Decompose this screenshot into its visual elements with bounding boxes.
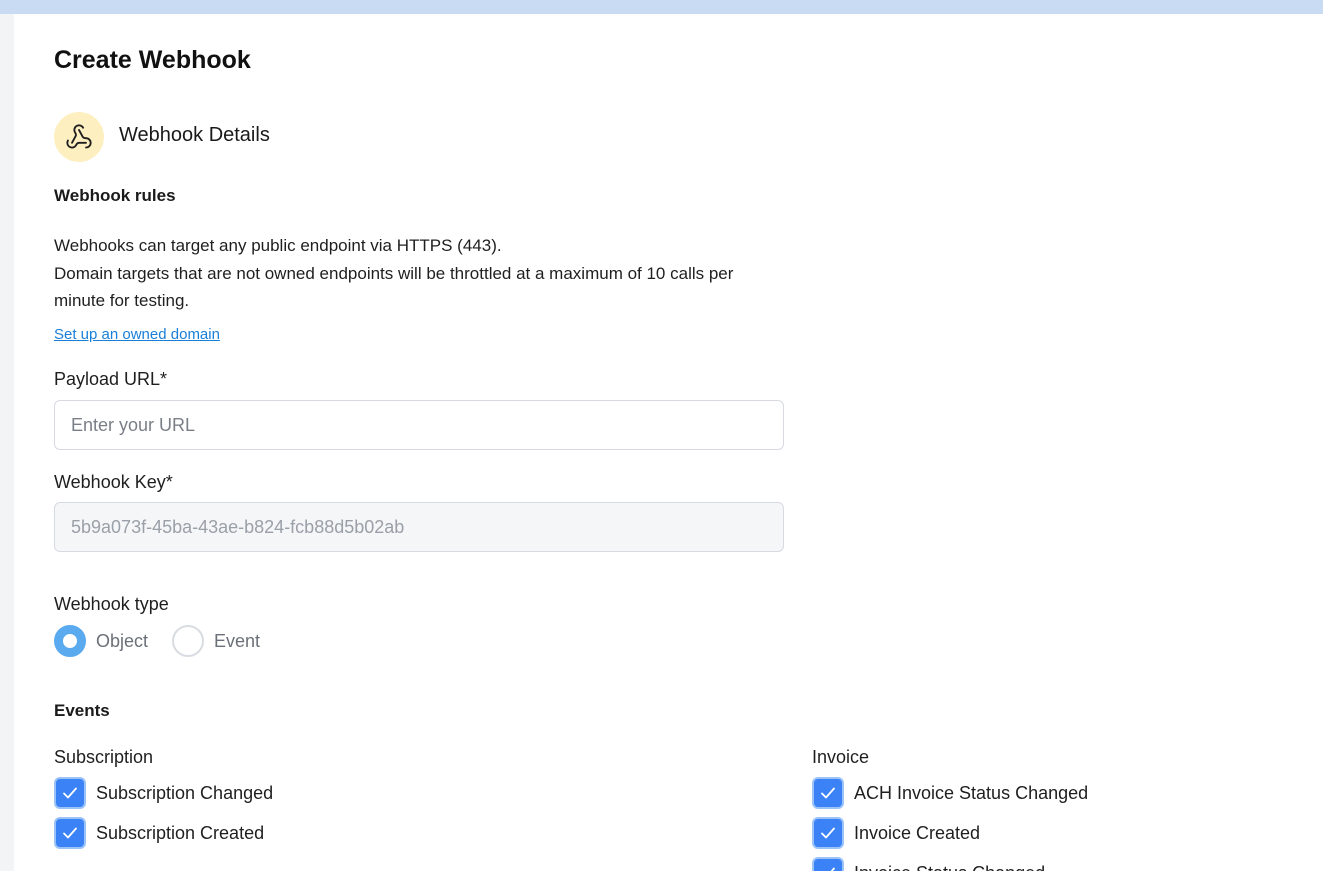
owned-domain-link[interactable]: Set up an owned domain: [54, 326, 220, 343]
radio-object-label[interactable]: Object: [96, 631, 148, 652]
radio-event-label[interactable]: Event: [214, 631, 260, 652]
checkbox-label: Subscription Changed: [96, 782, 274, 803]
invoice-group-label: Invoice: [812, 747, 870, 767]
invoice-status-changed-checkbox[interactable]: [812, 857, 844, 871]
page-title: Create Webhook: [54, 46, 251, 74]
checkbox-label: Subscription Created: [96, 822, 265, 843]
checkbox-label: Invoice Status Changed: [854, 863, 1045, 871]
payload-url-label: Payload URL*: [54, 369, 168, 389]
webhook-icon: [54, 112, 104, 162]
checkbox-row[interactable]: ACH Invoice Status Changed: [812, 777, 1088, 809]
checkbox-label: Invoice Created: [854, 822, 981, 843]
check-icon: [821, 787, 835, 799]
section-title: Webhook Details: [119, 124, 270, 146]
create-webhook-panel: Create Webhook Webhook Details Webhook r…: [14, 14, 1323, 871]
webhook-key-label: Webhook Key*: [54, 472, 173, 492]
checkbox-row[interactable]: Invoice Created: [812, 817, 980, 849]
rules-line-1: Webhooks can target any public endpoint …: [54, 236, 502, 255]
webhook-key-field[interactable]: [54, 502, 784, 552]
ach-invoice-status-changed-checkbox[interactable]: [812, 777, 844, 809]
webhook-type-label: Webhook type: [54, 594, 169, 614]
check-icon: [830, 867, 835, 871]
checkbox-label: ACH Invoice Status Changed: [854, 782, 1089, 803]
checkbox-row[interactable]: Invoice Status Changed: [812, 857, 1045, 871]
radio-event[interactable]: [172, 625, 205, 657]
rules-line-2: Domain targets that are not owned endpoi…: [54, 263, 734, 311]
check-icon: [63, 827, 77, 839]
top-bar: [0, 0, 1323, 14]
rules-text: Webhooks can target any public endpoint …: [54, 232, 774, 315]
payload-url-input[interactable]: [54, 400, 784, 450]
check-icon: [821, 827, 835, 839]
left-edge: [0, 14, 14, 871]
invoice-created-checkbox[interactable]: [812, 817, 844, 849]
subscription-created-checkbox[interactable]: [54, 817, 86, 849]
checkbox-row[interactable]: Subscription Created: [54, 817, 264, 849]
events-heading: Events: [54, 701, 110, 720]
radio-object[interactable]: [54, 625, 86, 657]
webhook-type-radio-group: Object Event: [54, 625, 284, 657]
subscription-group-label: Subscription: [54, 747, 154, 767]
check-icon: [63, 787, 77, 799]
subscription-changed-checkbox[interactable]: [54, 777, 86, 809]
checkbox-row[interactable]: Subscription Changed: [54, 777, 273, 809]
rules-heading: Webhook rules: [54, 186, 176, 205]
